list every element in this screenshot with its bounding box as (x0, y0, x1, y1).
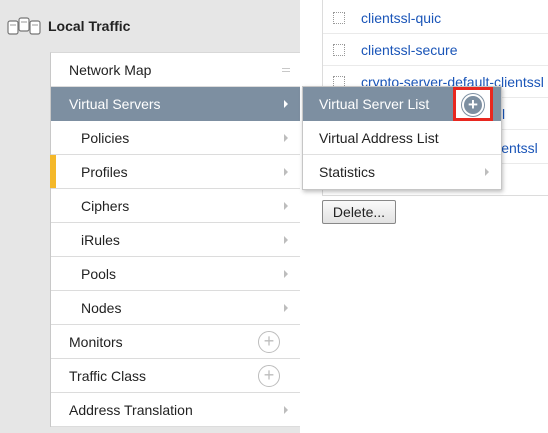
plus-circle-icon[interactable]: + (258, 365, 280, 387)
menu-item-label: Address Translation (69, 401, 193, 418)
add-circle-icon[interactable]: + (462, 94, 484, 116)
chevron-right-icon (284, 235, 288, 244)
chevron-right-icon (284, 303, 288, 312)
menu-item-irules[interactable]: iRules (51, 223, 300, 257)
menu-item-label: Policies (81, 129, 130, 146)
menu-item-pools[interactable]: Pools (51, 257, 300, 291)
plus-circle-icon[interactable]: + (258, 331, 280, 353)
menu-item-label: Network Map (69, 61, 152, 78)
chevron-right-icon (485, 168, 489, 176)
flyout-item-virtual-server-list[interactable]: Virtual Server List + (303, 87, 501, 121)
chevron-right-icon (284, 167, 288, 176)
menu-item-monitors[interactable]: Monitors + (51, 325, 300, 359)
menu-item-label: Virtual Servers (69, 95, 161, 112)
row-checkbox[interactable] (333, 43, 345, 56)
menu-item-virtual-servers[interactable]: Virtual Servers (51, 87, 300, 121)
section-title: Local Traffic (48, 18, 131, 34)
local-traffic-icon (7, 17, 41, 35)
virtual-servers-flyout: Virtual Server List + Virtual Address Li… (302, 86, 502, 190)
profile-link[interactable]: clientssl-quic (361, 10, 441, 26)
flyout-item-label: Virtual Server List (319, 95, 430, 112)
delete-button[interactable]: Delete... (322, 200, 396, 224)
menu-item-traffic-class[interactable]: Traffic Class + (51, 359, 300, 393)
menu-item-label: Profiles (81, 163, 128, 180)
menu-item-nodes[interactable]: Nodes (51, 291, 300, 325)
menu-item-policies[interactable]: Policies (51, 121, 300, 155)
menu-item-label: iRules (81, 231, 120, 248)
list-item: clientssl-secure (323, 34, 548, 66)
menu-item-label: Nodes (81, 299, 122, 316)
menu-item-address-translation[interactable]: Address Translation (51, 393, 300, 427)
chevron-right-icon (284, 201, 288, 210)
menu-item-profiles[interactable]: Profiles (50, 155, 300, 189)
profile-link[interactable]: clientssl-secure (361, 42, 457, 58)
menu-item-label: Pools (81, 265, 117, 282)
menu-item-label: Ciphers (81, 197, 130, 214)
section-header[interactable]: Local Traffic (6, 8, 130, 44)
row-checkbox[interactable] (333, 11, 345, 24)
flyout-item-label: Virtual Address List (319, 129, 439, 146)
menu-item-label: Monitors (69, 333, 123, 350)
chevron-right-icon (284, 405, 288, 414)
grip-icon (282, 68, 290, 72)
menu-item-label: Traffic Class (69, 367, 147, 384)
chevron-right-icon (284, 269, 288, 278)
list-item: clientssl-quic (323, 2, 548, 34)
flyout-item-virtual-address-list[interactable]: Virtual Address List (303, 121, 501, 155)
menu-item-network-map[interactable]: Network Map (51, 53, 300, 87)
chevron-right-icon (284, 133, 288, 142)
local-traffic-menu: Network Map Virtual Servers Policies Pro… (50, 52, 300, 427)
highlight-box: + (453, 87, 493, 121)
flyout-item-statistics[interactable]: Statistics (303, 155, 501, 189)
flyout-item-label: Statistics (319, 164, 376, 180)
menu-item-ciphers[interactable]: Ciphers (51, 189, 300, 223)
chevron-right-icon (284, 99, 288, 108)
